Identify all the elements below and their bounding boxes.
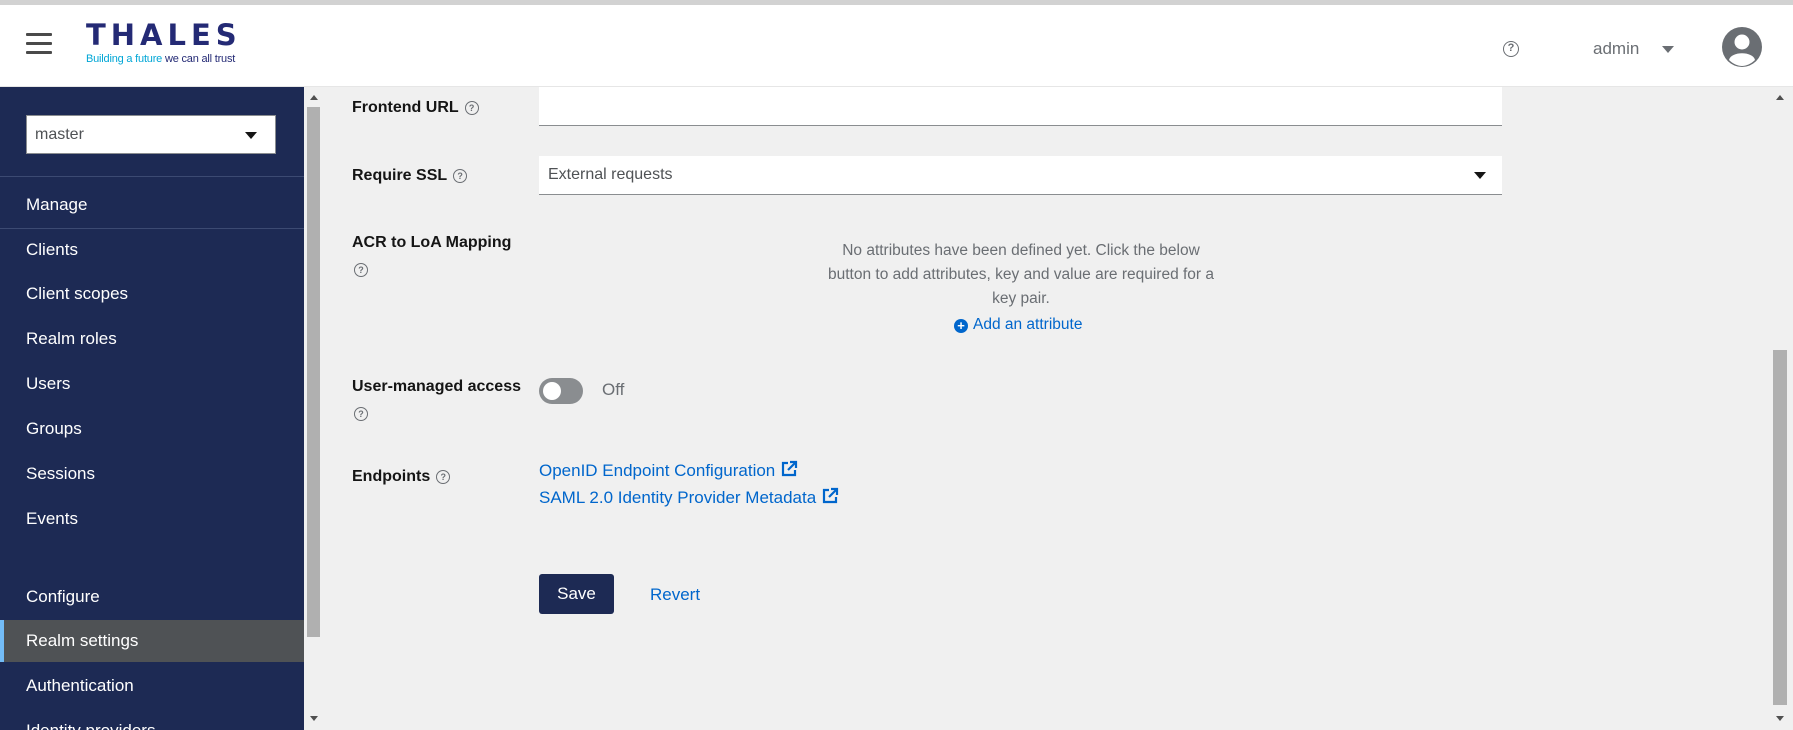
add-attribute-link[interactable]: + Add an attribute — [954, 316, 1082, 334]
switch-knob — [543, 382, 561, 400]
sidebar-item-groups[interactable]: Groups — [0, 408, 304, 450]
nav-group-manage: Manage — [0, 176, 304, 226]
realm-selector-value: master — [35, 126, 84, 143]
frontend-url-label: Frontend URL? — [352, 94, 479, 121]
revert-button[interactable]: Revert — [650, 585, 700, 605]
caret-down-icon — [1474, 172, 1486, 179]
help-icon[interactable]: ? — [354, 406, 368, 421]
nav-group-configure: Configure — [26, 587, 100, 606]
scroll-down-arrow-icon[interactable] — [310, 716, 318, 721]
save-button[interactable]: Save — [539, 574, 614, 614]
user-managed-access-state: Off — [602, 380, 625, 399]
external-link-icon — [782, 460, 798, 477]
user-avatar-icon[interactable] — [1722, 27, 1762, 67]
user-managed-access-label: User-managed access? — [352, 373, 521, 427]
caret-down-icon — [1661, 46, 1674, 54]
user-managed-access-switch[interactable] — [539, 378, 583, 404]
logo-wordmark: THALES — [86, 18, 242, 52]
require-ssl-label-text: Require SSL — [352, 167, 448, 184]
sidebar-item-realm-roles[interactable]: Realm roles — [0, 318, 304, 360]
scroll-down-arrow-icon[interactable] — [1776, 716, 1784, 721]
caret-down-icon — [245, 132, 257, 139]
realm-selector[interactable]: master — [26, 115, 276, 154]
acr-mapping-label: ACR to LoA Mapping? — [352, 229, 511, 283]
saml-metadata-label: SAML 2.0 Identity Provider Metadata — [539, 488, 817, 507]
endpoints-label: Endpoints? — [352, 463, 451, 490]
endpoints-label-text: Endpoints — [352, 468, 431, 485]
help-icon[interactable]: ? — [436, 469, 451, 484]
sidebar-item-users[interactable]: Users — [0, 363, 304, 405]
help-icon[interactable]: ? — [453, 168, 468, 183]
add-attribute-label: Add an attribute — [973, 316, 1083, 333]
sidebar-item-identity-providers[interactable]: Identity providers — [0, 710, 304, 730]
sidebar-scrollbar-thumb[interactable] — [307, 107, 320, 637]
require-ssl-label: Require SSL? — [352, 162, 468, 189]
logo-tagline: Building a future we can all trust — [86, 52, 258, 66]
user-managed-access-label-text: User-managed access — [352, 378, 521, 395]
username-label: admin — [1593, 39, 1640, 58]
hamburger-icon[interactable] — [26, 33, 52, 57]
external-link-icon — [823, 487, 839, 504]
scroll-up-arrow-icon[interactable] — [1776, 95, 1784, 100]
require-ssl-select-value: External requests — [548, 166, 673, 183]
brand-logo[interactable]: THALES Building a future we can all trus… — [86, 20, 258, 70]
masthead: THALES Building a future we can all trus… — [0, 5, 1793, 87]
sidebar-item-client-scopes[interactable]: Client scopes — [0, 273, 304, 315]
sidebar-item-authentication[interactable]: Authentication — [0, 665, 304, 707]
main-scrollbar-thumb[interactable] — [1773, 350, 1787, 705]
openid-endpoint-label: OpenID Endpoint Configuration — [539, 461, 776, 480]
main-scrollbar[interactable] — [1770, 87, 1790, 730]
plus-circle-icon: + — [954, 319, 968, 333]
logo-tagline-rest: we can all trust — [162, 53, 236, 65]
require-ssl-select[interactable]: External requests — [539, 156, 1502, 195]
sidebar-scrollbar[interactable] — [304, 87, 323, 730]
sidebar-item-realm-settings[interactable]: Realm settings — [0, 620, 304, 662]
acr-mapping-empty-state: No attributes have been defined yet. Cli… — [827, 242, 1215, 307]
sidebar: master Manage Clients Client scopes Real… — [0, 87, 304, 730]
user-dropdown[interactable]: admin — [1593, 39, 1674, 61]
sidebar-item-events[interactable]: Events — [0, 498, 304, 540]
scroll-up-arrow-icon[interactable] — [310, 95, 318, 100]
help-icon[interactable]: ? — [464, 100, 479, 115]
frontend-url-label-text: Frontend URL — [352, 99, 459, 116]
help-icon[interactable]: ? — [354, 262, 368, 277]
frontend-url-input[interactable] — [539, 87, 1502, 126]
sidebar-item-sessions[interactable]: Sessions — [0, 453, 304, 495]
logo-tagline-highlight: Building a future — [86, 53, 163, 65]
acr-mapping-label-text: ACR to LoA Mapping — [352, 234, 512, 251]
help-icon[interactable]: ? — [1503, 41, 1519, 57]
saml-metadata-link[interactable]: SAML 2.0 Identity Provider Metadata — [539, 487, 839, 508]
sidebar-item-clients[interactable]: Clients — [0, 228, 304, 270]
openid-endpoint-link[interactable]: OpenID Endpoint Configuration — [539, 460, 798, 481]
